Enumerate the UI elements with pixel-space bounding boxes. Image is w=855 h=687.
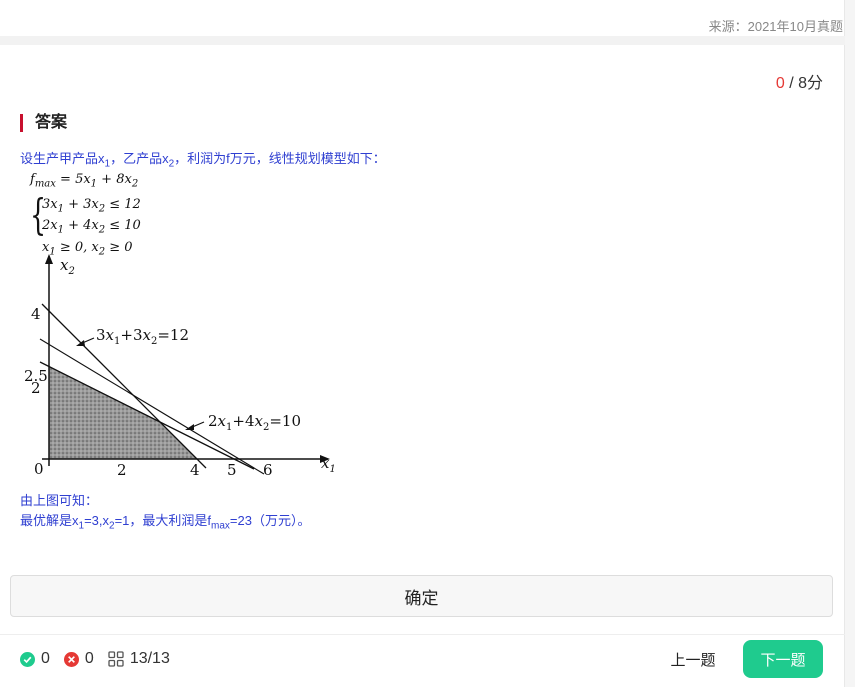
x-tick-4: 4 [190,461,200,477]
y-tick-4: 4 [31,305,41,323]
constraint-row: 3x1 + 3x2 ≤ 12 [42,196,141,215]
source-label: 来源：2021年10月真题 [708,19,843,34]
conclusion-text: =1，最大利润是f [114,513,212,528]
y-axis-label: x2 [60,256,75,277]
correct-value: 0 [41,650,50,667]
lp-graph: 3x1+3x2=12 2x1+4x2=10 x2 x1 0 2 4 5 6 4 … [24,254,336,477]
conclusion-text: =3,x [84,513,110,528]
intro-text: ，乙产品x [110,151,169,166]
x-tick-6: 6 [263,461,273,477]
x-circle-icon [63,651,79,667]
constraint-row: 2x1 + 4x2 ≤ 10 [42,218,141,236]
confirm-button[interactable]: 确定 [10,575,833,617]
conclusion-line-2: 最优解是x1=3,x2=1，最大利润是fmax=23（万元）。 [20,510,310,532]
footer-divider [0,634,845,635]
answer-intro: 设生产甲产品x1，乙产品x2，利润为f万元，线性规划模型如下： [20,148,386,170]
correct-count: 0 [20,650,50,668]
score-display: 0 / 8分 [776,69,823,93]
conclusion-line-1: 由上图可知： [20,493,99,508]
wrong-count: 0 [63,650,94,668]
intro-text: ，利润为f万元，线性规划模型如下： [174,151,386,166]
x-tick-5: 5 [227,461,237,477]
score-got: 0 [775,75,785,92]
conclusion-text: =23（万元）。 [229,513,311,528]
lp-model: fmax = 5x1 + 8x2 { 3x1 + 3x2 ≤ 12 2x1 + … [30,172,141,260]
scrollbar[interactable] [844,0,855,687]
wrong-value: 0 [84,650,94,667]
line1-label: 3x1+3x2=12 [96,326,189,347]
x-tick-2: 2 [117,461,127,477]
progress-count[interactable]: 13/13 [108,650,170,668]
answer-heading: 答案 [20,114,67,132]
score-sep: / [784,75,799,92]
objective-function: fmax = 5x1 + 8x2 [30,172,139,190]
x-axis-label: x1 [321,454,336,475]
constraint-system: { 3x1 + 3x2 ≤ 12 2x1 + 4x2 ≤ 10 x1 ≥ 0, … [30,189,141,261]
x-tick-0: 0 [34,460,44,477]
y-tick-2: 2 [31,379,41,397]
conclusion-sub: max [211,520,230,532]
answer-stats: 0 0 13/13 [20,650,184,668]
score-total: 8分 [798,75,823,92]
label-pointer-1-arrow [76,340,85,346]
y-axis-arrow [45,254,53,264]
grid-icon [108,651,124,667]
conclusion-text: 最优解是x [20,513,79,528]
feasible-region [49,366,197,459]
check-circle-icon [20,651,35,667]
intro-text: 设生产甲产品x [20,151,105,166]
prev-question-button[interactable]: 上一题 [660,640,726,678]
next-question-button[interactable]: 下一题 [743,640,823,678]
progress-value: 13/13 [129,650,170,667]
brace: { [30,189,47,239]
section-divider [0,36,845,45]
line2-label: 2x1+4x2=10 [208,412,301,433]
